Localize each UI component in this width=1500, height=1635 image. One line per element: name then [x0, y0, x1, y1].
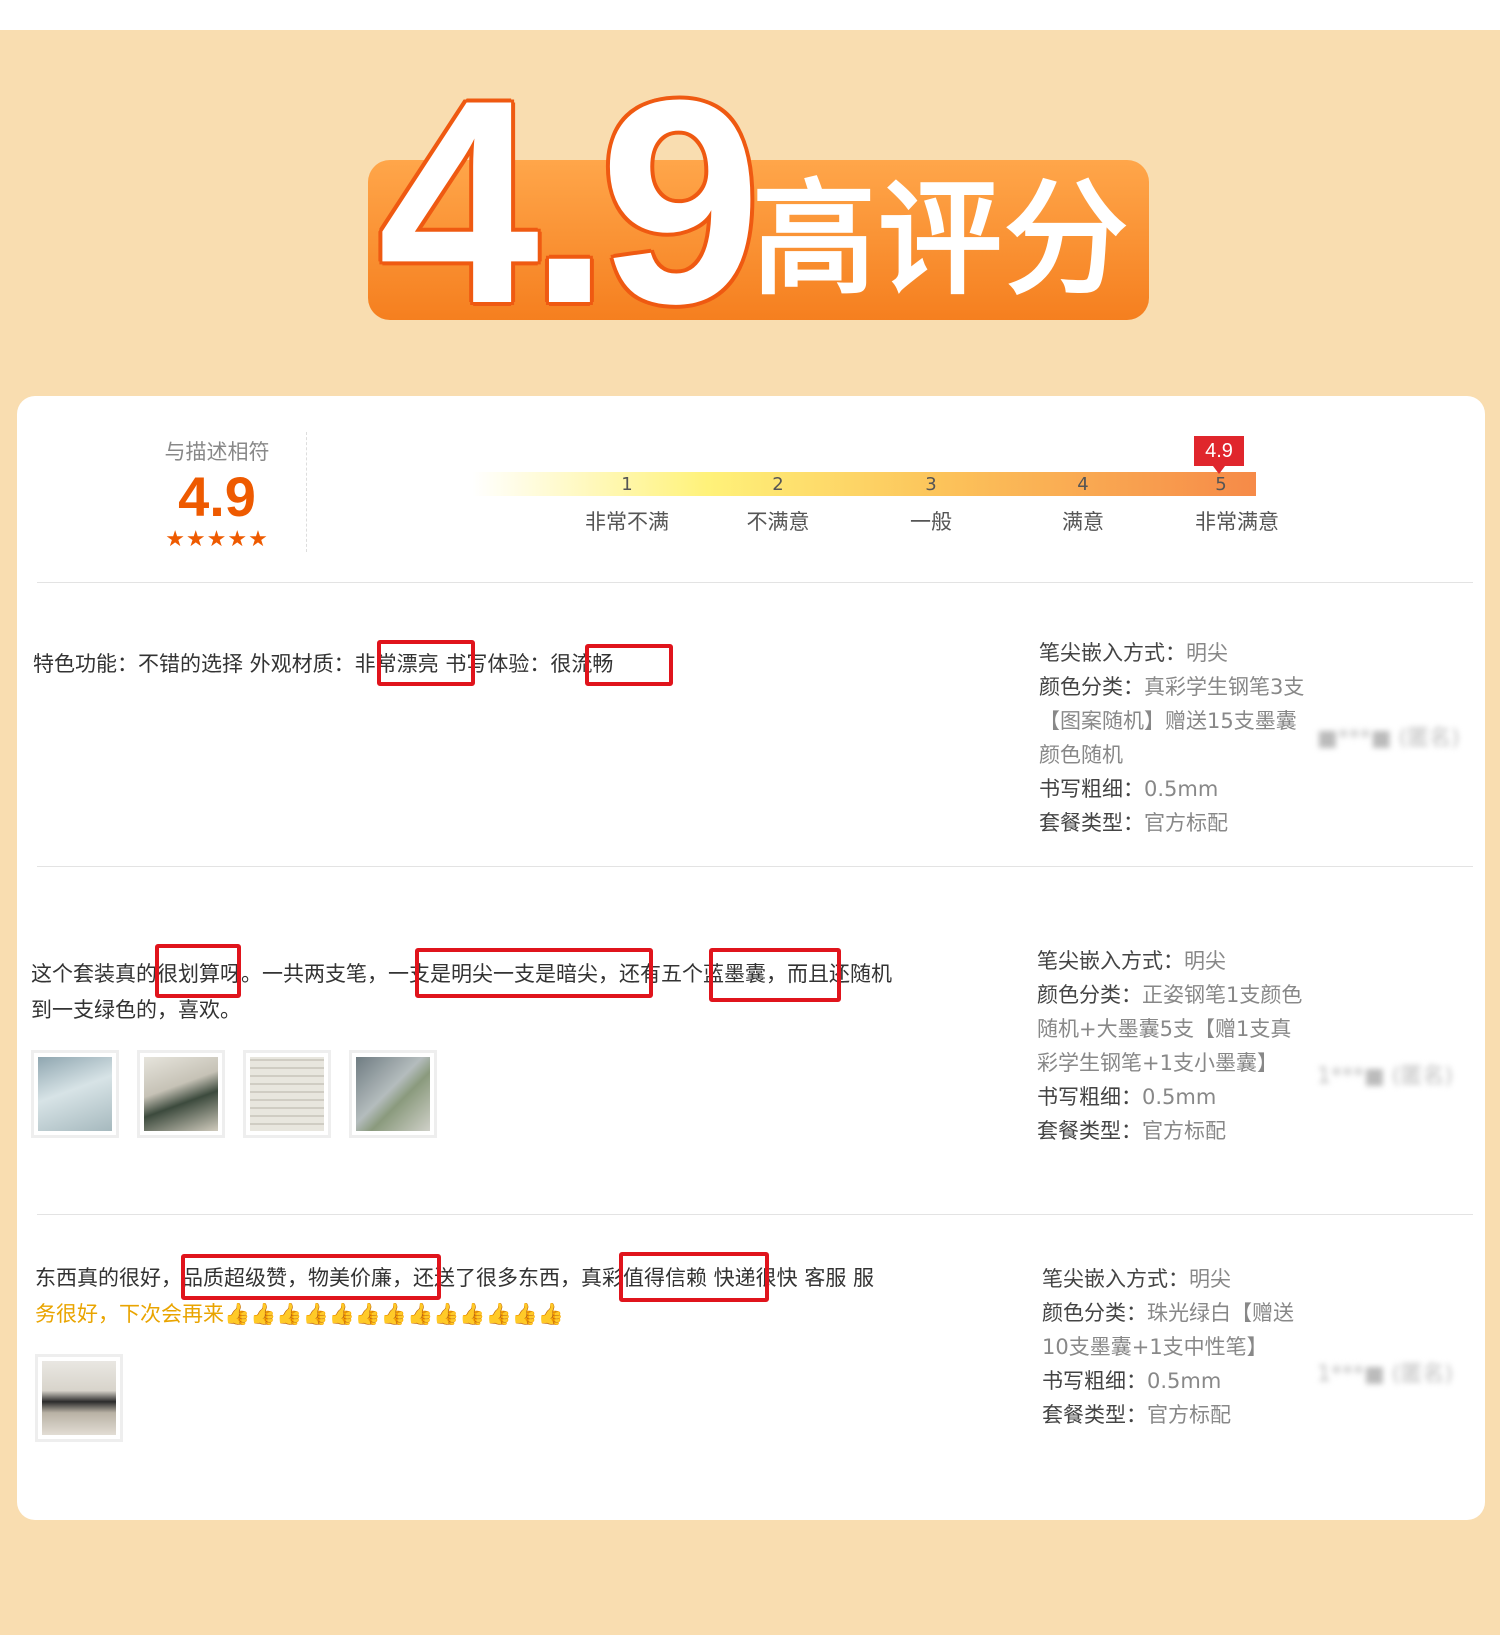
rating-divider	[306, 432, 307, 552]
spec-row: 套餐类型：官方标配	[1039, 811, 1228, 835]
scale-tick-5: 5	[1215, 474, 1227, 495]
review-1-text: 特色功能：不错的选择 外观材质：非常漂亮 书写体验：很流畅	[33, 646, 613, 682]
scale-label-4: 满意	[1062, 510, 1104, 534]
reviewer-name: 1***■ (匿名)	[1317, 1064, 1453, 1089]
divider	[37, 1214, 1473, 1215]
spec-row: 颜色分类：珠光绿白【赠送10支墨囊+1支中性笔】	[1042, 1301, 1294, 1359]
scale-label-5: 非常满意	[1195, 510, 1279, 534]
highlight-box	[181, 1254, 441, 1300]
highlight-box	[155, 944, 241, 998]
rating-scale-bar	[472, 472, 1256, 496]
rating-title: 与描述相符	[164, 440, 270, 464]
review-photo-1[interactable]	[31, 1050, 119, 1138]
spec-row: 颜色分类：正姿钢笔1支颜色随机+大墨囊5支【赠1支真彩学生钢笔+1支小墨囊】	[1037, 983, 1303, 1075]
rating-stars-icon: ★★★★★	[165, 527, 269, 552]
review-2-specs: 笔尖嵌入方式：明尖 颜色分类：正姿钢笔1支颜色随机+大墨囊5支【赠1支真彩学生钢…	[1037, 944, 1307, 1148]
highlight-box	[709, 948, 841, 1002]
top-strip	[0, 0, 1500, 30]
highlight-box	[619, 1252, 769, 1302]
review-3-specs: 笔尖嵌入方式：明尖 颜色分类：珠光绿白【赠送10支墨囊+1支中性笔】 书写粗细：…	[1042, 1262, 1312, 1432]
reviewer-name: 1***■ (匿名)	[1317, 1362, 1453, 1387]
rating-score: 4.9	[178, 465, 256, 528]
scale-tick-3: 3	[925, 474, 937, 495]
rating-summary: 与描述相符 4.9 ★★★★★	[117, 436, 317, 552]
scale-label-1: 非常不满	[585, 510, 669, 534]
spec-row: 笔尖嵌入方式：明尖	[1042, 1267, 1231, 1291]
scale-label-2: 不满意	[746, 510, 810, 534]
spec-row: 书写粗细：0.5mm	[1042, 1369, 1222, 1393]
spec-row: 套餐类型：官方标配	[1037, 1119, 1226, 1143]
banner-score: 4.9	[378, 40, 761, 364]
reviewer-name: ■***■ (匿名)	[1317, 726, 1460, 751]
banner-label: 高评分	[752, 168, 1131, 312]
divider	[37, 582, 1473, 583]
spec-row: 颜色分类：真彩学生钢笔3支【图案随机】赠送15支墨囊颜色随机	[1039, 675, 1305, 767]
review-photo-5[interactable]	[35, 1354, 123, 1442]
highlight-box	[415, 948, 653, 998]
review-photo-3[interactable]	[243, 1050, 331, 1138]
highlight-box	[585, 644, 673, 686]
review-photo-4[interactable]	[349, 1050, 437, 1138]
highlight-box	[377, 640, 475, 686]
review-line: 特色功能：不错的选择 外观材质：非常漂亮 书写体验：很流畅	[33, 652, 614, 676]
scale-tick-1: 1	[621, 474, 633, 495]
divider	[37, 866, 1473, 867]
review-card: 与描述相符 4.9 ★★★★★ 1 2 3 4 5 非常不满 不满意 一般 满意…	[17, 396, 1485, 1520]
scale-label-3: 一般	[910, 510, 952, 534]
spec-row: 笔尖嵌入方式：明尖	[1039, 641, 1228, 665]
scale-tick-4: 4	[1077, 474, 1089, 495]
scale-tick-2: 2	[772, 474, 784, 495]
spec-row: 笔尖嵌入方式：明尖	[1037, 949, 1226, 973]
score-marker-badge: 4.9	[1194, 436, 1244, 474]
spec-row: 套餐类型：官方标配	[1042, 1403, 1231, 1427]
spec-row: 书写粗细：0.5mm	[1039, 777, 1219, 801]
spec-row: 书写粗细：0.5mm	[1037, 1085, 1217, 1109]
review-photo-2[interactable]	[137, 1050, 225, 1138]
review-1-specs: 笔尖嵌入方式：明尖 颜色分类：真彩学生钢笔3支【图案随机】赠送15支墨囊颜色随机…	[1039, 636, 1309, 840]
